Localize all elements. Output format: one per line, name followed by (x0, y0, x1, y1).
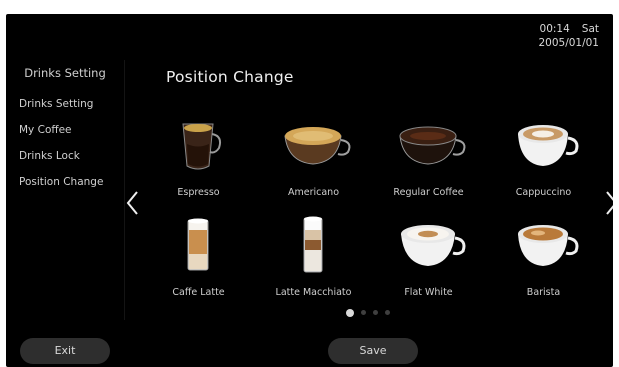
drink-label: Barista (526, 287, 561, 298)
page-dot-1[interactable] (346, 309, 354, 317)
clock-date: 2005/01/01 (538, 37, 599, 49)
barista-cup-icon (518, 225, 579, 266)
drinks-grid: Espresso Americano Regular Coffee Cappuc… (141, 108, 601, 308)
chevron-left-icon (126, 191, 138, 215)
chevron-right-icon (606, 191, 613, 215)
sidebar-title: Drinks Setting (24, 66, 106, 80)
machine-screen: 00:14 Sat 2005/01/01 Drinks Setting Drink… (6, 14, 613, 367)
americano-cup-icon (284, 127, 351, 165)
flat-white-cup-icon (401, 225, 466, 266)
sidebar-item-position-change[interactable]: Position Change (19, 176, 103, 188)
page-dot-2[interactable] (361, 310, 366, 315)
page-dot-3[interactable] (373, 310, 378, 315)
drink-label: Latte Macchiato (275, 287, 352, 298)
clock: 00:14 Sat 2005/01/01 (538, 22, 599, 50)
page-title: Position Change (166, 68, 294, 86)
espresso-glass-icon (182, 123, 222, 170)
clock-time: 00:14 (539, 23, 570, 35)
drink-label: Flat White (404, 287, 453, 298)
drink-label: Regular Coffee (393, 187, 464, 198)
drink-tile-regular-coffee[interactable]: Regular Coffee (371, 108, 486, 208)
drink-label: Cappuccino (515, 187, 572, 198)
sidebar-item-my-coffee[interactable]: My Coffee (19, 124, 72, 136)
latte-macchiato-glass-icon (303, 216, 323, 273)
save-button[interactable]: Save (328, 338, 418, 364)
drink-tile-americano[interactable]: Americano (256, 108, 371, 208)
sidebar: Drinks Setting Drinks Setting My Coffee … (6, 60, 125, 320)
drink-label: Americano (287, 187, 340, 198)
drink-tile-latte-macchiato[interactable]: Latte Macchiato (256, 208, 371, 308)
sidebar-item-drinks-setting[interactable]: Drinks Setting (19, 98, 93, 110)
previous-page-arrow[interactable] (124, 188, 142, 218)
drink-label: Espresso (177, 187, 220, 198)
page-dot-4[interactable] (385, 310, 390, 315)
drink-tile-espresso[interactable]: Espresso (141, 108, 256, 208)
caffe-latte-glass-icon (187, 218, 209, 271)
drink-tile-flat-white[interactable]: Flat White (371, 208, 486, 308)
drink-tile-cappuccino[interactable]: Cappuccino (486, 108, 601, 208)
clock-day: Sat (581, 23, 599, 35)
drink-tile-caffe-latte[interactable]: Caffe Latte (141, 208, 256, 308)
sidebar-item-drinks-lock[interactable]: Drinks Lock (19, 150, 80, 162)
exit-button[interactable]: Exit (20, 338, 110, 364)
cappuccino-cup-icon (518, 125, 579, 166)
regular-coffee-cup-icon (399, 126, 466, 165)
next-page-arrow[interactable] (602, 188, 613, 218)
drink-tile-barista[interactable]: Barista (486, 208, 601, 308)
drink-label: Caffe Latte (172, 287, 225, 298)
